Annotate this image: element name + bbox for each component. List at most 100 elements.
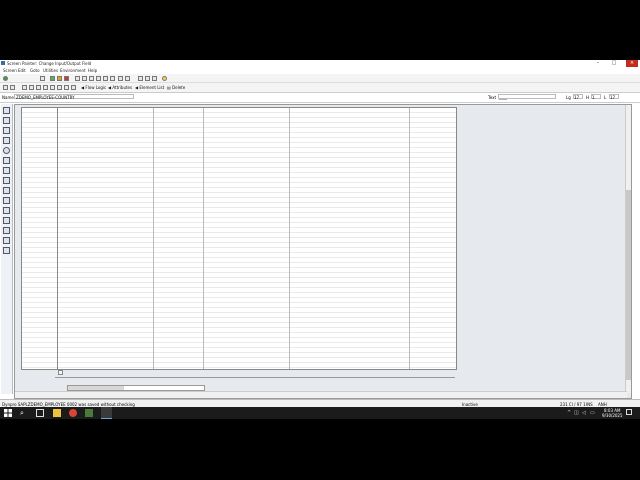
activate-icon[interactable] (29, 84, 34, 90)
next-page-icon[interactable] (110, 75, 115, 81)
menu-edit[interactable]: Edit (18, 68, 26, 73)
cancel-icon[interactable] (64, 75, 69, 81)
menu-help[interactable]: Help (88, 68, 97, 73)
app-icon[interactable] (85, 409, 93, 417)
pushbutton-icon[interactable] (3, 157, 10, 164)
clock-date[interactable]: 9/30/2025 (602, 413, 623, 418)
windows-start-icon[interactable] (4, 409, 12, 417)
element-list-button[interactable]: ◀ Element List (135, 85, 164, 90)
print-icon[interactable] (75, 75, 80, 81)
table-control[interactable] (21, 107, 457, 375)
find-next-icon[interactable] (89, 75, 94, 81)
shortcut-icon[interactable] (125, 75, 130, 81)
column-divider (57, 108, 58, 369)
check-icon[interactable] (22, 84, 27, 90)
slider-thumb[interactable] (68, 386, 124, 390)
task-view-icon[interactable] (36, 409, 44, 417)
vertical-scrollbar[interactable] (625, 105, 631, 393)
tabstrip-icon[interactable] (3, 197, 10, 204)
table-wizard-icon[interactable] (3, 247, 10, 254)
where-used-icon[interactable] (43, 84, 48, 90)
menu-screen[interactable]: Screen (3, 68, 17, 73)
new-session-icon[interactable] (138, 75, 143, 81)
select-icon[interactable] (3, 107, 10, 114)
first-page-icon[interactable] (96, 75, 101, 81)
help-icon[interactable] (162, 75, 167, 81)
tabstrip-wizard-icon[interactable] (3, 207, 10, 214)
menu-goto[interactable]: Goto (30, 68, 40, 73)
name-field[interactable]: ZDEMO_EMPLOYEE-COUNTRY (14, 94, 134, 100)
horizontal-scrollbar[interactable] (15, 391, 627, 398)
exit-icon[interactable] (57, 75, 62, 81)
window-title: Screen Painter: Change Input/Output Fiel… (7, 61, 92, 66)
cursor-position: 231 Cl / 97 1 (560, 401, 586, 407)
save-icon[interactable] (40, 75, 45, 81)
back-icon[interactable] (50, 75, 55, 81)
menu-environment[interactable]: Environment (60, 68, 86, 73)
table-control-icon[interactable] (3, 187, 10, 194)
prev-page-icon[interactable] (103, 75, 108, 81)
minimize-icon[interactable]: – (592, 60, 604, 67)
tray-chevron-icon[interactable]: ^ (567, 410, 571, 416)
sap-gui-task[interactable] (101, 407, 112, 419)
enter-icon[interactable] (3, 75, 8, 81)
h-field[interactable]: 1 (591, 94, 601, 100)
test-icon[interactable] (36, 84, 41, 90)
maximize-icon[interactable]: □ (608, 60, 620, 67)
chrome-icon[interactable] (69, 409, 77, 417)
column-divider (203, 108, 204, 369)
trash-icon: ▤ (167, 84, 171, 90)
menu-utilities[interactable]: Utilities (43, 68, 58, 73)
attributes-button[interactable]: ◀ Attributes (108, 85, 132, 90)
dict-fields-icon[interactable] (50, 84, 55, 90)
table-bottom-edge (55, 377, 455, 381)
find-icon[interactable] (82, 75, 87, 81)
text-label: Text (488, 95, 497, 100)
box-icon[interactable] (3, 167, 10, 174)
display-change-icon[interactable] (3, 84, 8, 90)
delete-button[interactable]: ▤ Delete (167, 85, 185, 90)
search-icon[interactable]: ⌕ (20, 409, 28, 417)
status-icon[interactable] (3, 227, 10, 234)
status-state: Inactive (462, 401, 478, 407)
lg-field[interactable]: 17 (573, 94, 583, 100)
name-label: Name (2, 95, 14, 100)
next-icon[interactable] (71, 84, 76, 90)
vertical-scroll-thumb[interactable] (626, 190, 631, 380)
element-attributes-bar: Name ZDEMO_EMPLOYEE-COUNTRY Text ____ Lg… (0, 93, 640, 103)
last-page-icon[interactable] (118, 75, 123, 81)
arrow-left-icon: ◀ (81, 84, 85, 90)
arrow-left-icon: ◀ (135, 84, 139, 90)
active-inactive-icon[interactable] (10, 84, 15, 90)
layout-editor-icon[interactable] (57, 84, 62, 90)
sap-window: Screen Painter: Change Input/Output Fiel… (0, 60, 640, 408)
flow-logic-button[interactable]: ◀ Flow Logic (81, 85, 106, 90)
custom-control-icon[interactable] (3, 217, 10, 224)
file-explorer-icon[interactable] (53, 409, 61, 417)
application-toolbar: ◀ Flow Logic ◀ Attributes ◀ Element List… (0, 83, 640, 93)
volume-icon[interactable]: ◁ (582, 410, 586, 416)
radio-icon[interactable] (3, 147, 10, 154)
network-icon[interactable]: ◫ (574, 410, 579, 416)
menu-bar: Screen Edit Goto Utilities Environment H… (0, 67, 640, 73)
customize-icon[interactable] (152, 75, 157, 81)
arrow-left-icon: ◀ (108, 84, 112, 90)
status-extra: ANH (598, 401, 607, 407)
prev-icon[interactable] (64, 84, 69, 90)
app-icon (1, 61, 5, 65)
step-loop-icon[interactable] (3, 237, 10, 244)
notifications-icon[interactable] (626, 409, 632, 415)
text-field[interactable]: ____ (498, 94, 556, 100)
layout-icon[interactable] (145, 75, 150, 81)
close-icon[interactable]: × (626, 60, 638, 67)
text-field-icon[interactable] (3, 117, 10, 124)
battery-icon[interactable]: ▭ (590, 410, 595, 416)
checkbox-icon[interactable] (3, 137, 10, 144)
layout-canvas[interactable] (14, 104, 632, 399)
l-field[interactable]: 17 (609, 94, 619, 100)
element-palette (1, 104, 13, 394)
table-scroll-icon[interactable] (58, 370, 63, 375)
input-field-icon[interactable] (3, 127, 10, 134)
standard-toolbar (0, 74, 640, 83)
subscreen-icon[interactable] (3, 177, 10, 184)
